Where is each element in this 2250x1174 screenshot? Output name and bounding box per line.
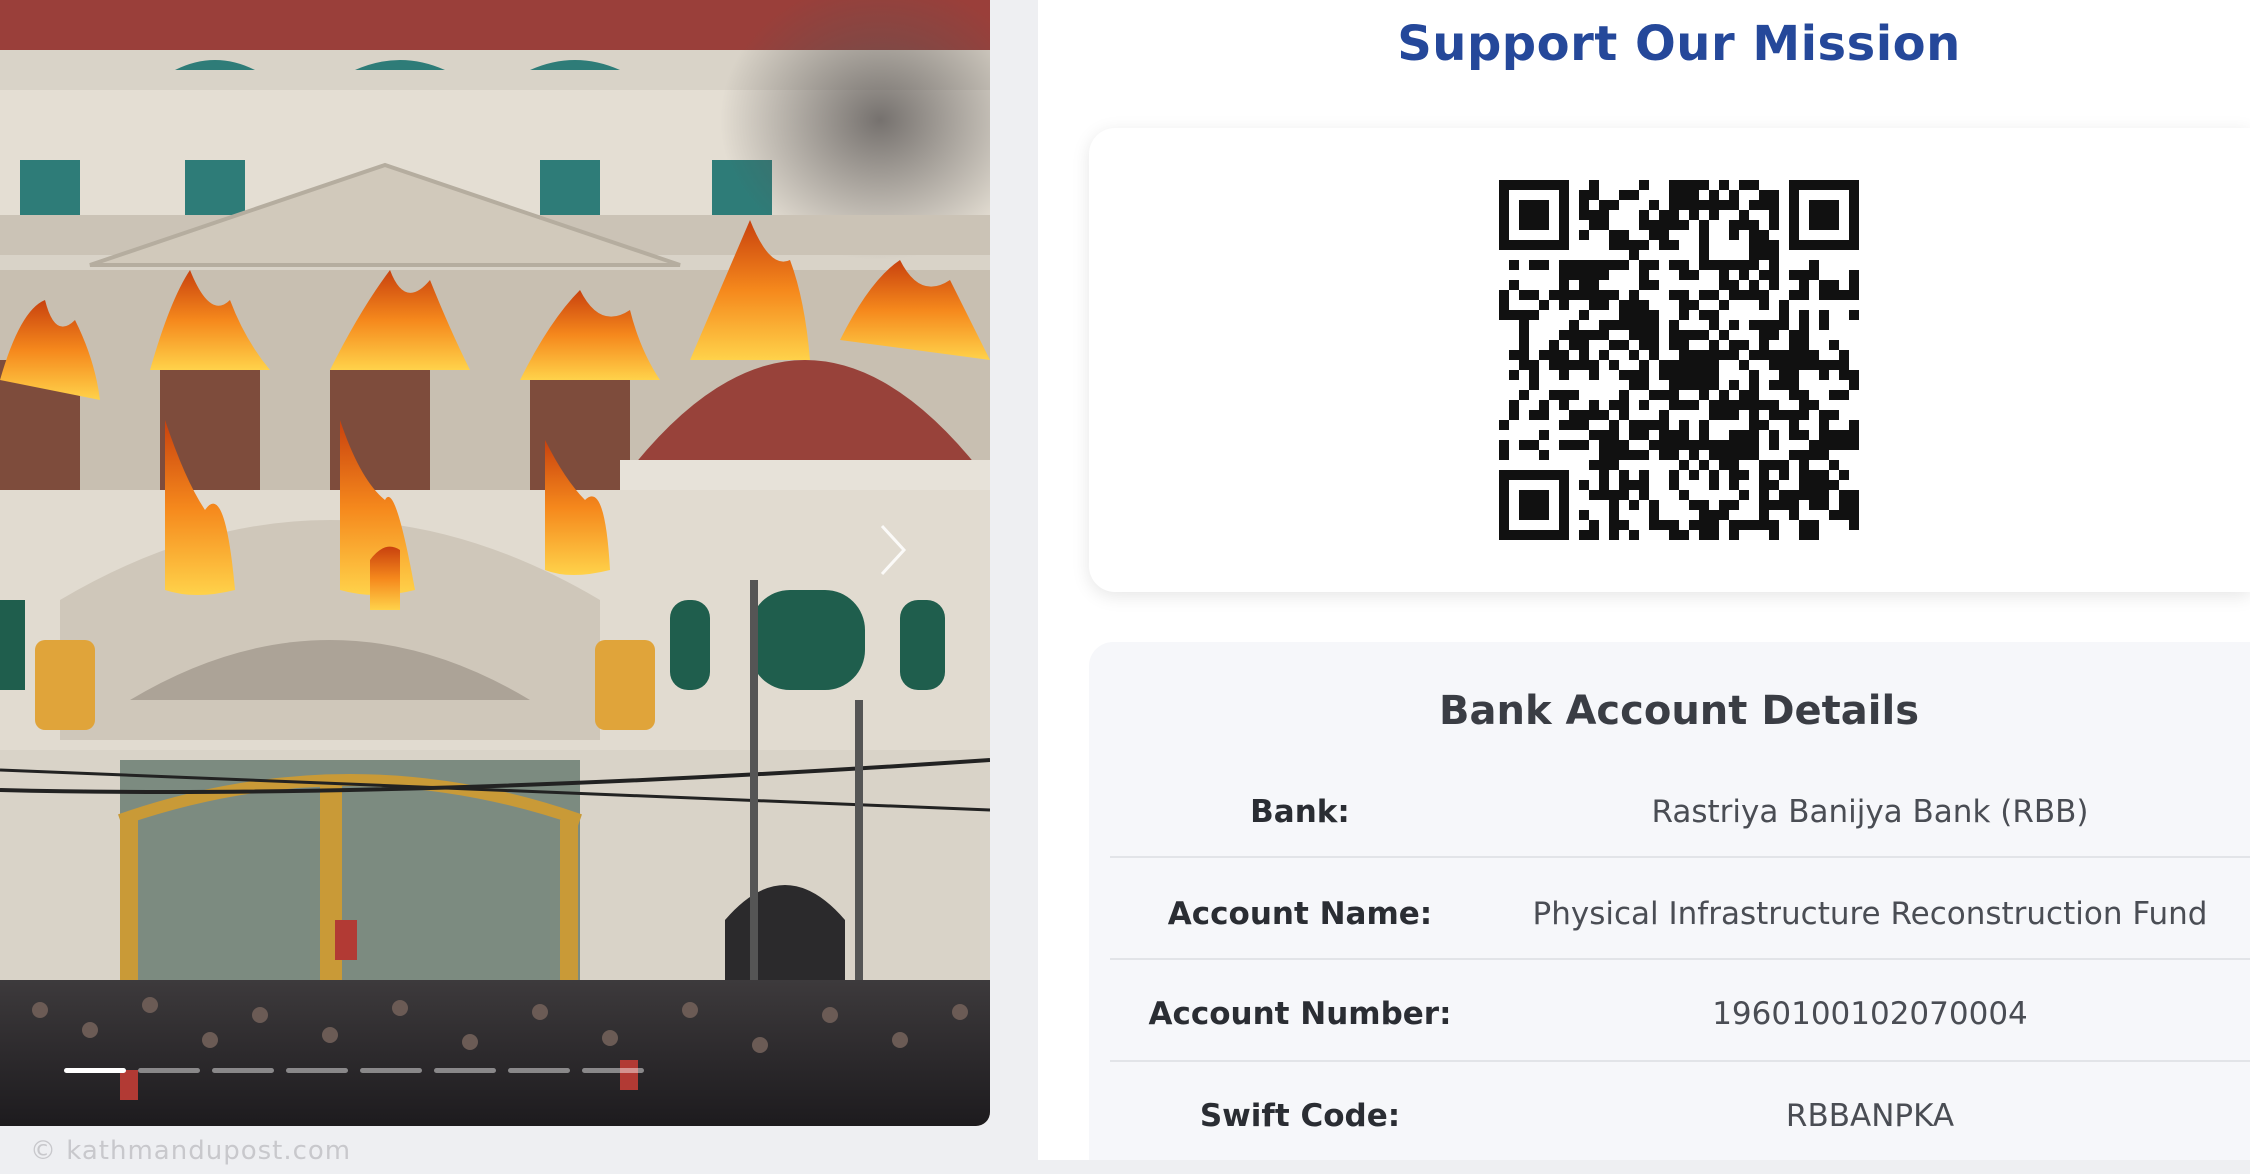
carousel-dot[interactable]	[508, 1068, 570, 1073]
bank-row-account-number: Account Number: 1960100102070004	[1110, 964, 2250, 1064]
carousel-next-button[interactable]	[868, 520, 918, 580]
chevron-right-icon	[880, 524, 907, 576]
carousel-dot[interactable]	[582, 1068, 644, 1073]
photo-carousel[interactable]	[0, 0, 990, 1126]
carousel-dot[interactable]	[286, 1068, 348, 1073]
photo-credit-caption: © kathmandupost.com	[30, 1136, 352, 1166]
row-divider	[1110, 958, 2250, 960]
row-label: Account Number:	[1148, 996, 1452, 1032]
row-value: Physical Infrastructure Reconstruction F…	[1532, 896, 2208, 932]
bank-row-account-name: Account Name: Physical Infrastructure Re…	[1110, 864, 2250, 964]
bank-row-swift-code: Swift Code: RBBANPKA	[1110, 1066, 2250, 1166]
page-bottom-strip	[1038, 1160, 2250, 1174]
row-label: Bank:	[1250, 794, 1350, 830]
qr-code-icon	[1499, 180, 1859, 540]
carousel-dot[interactable]	[212, 1068, 274, 1073]
carousel-dot[interactable]	[434, 1068, 496, 1073]
row-label: Account Name:	[1167, 896, 1433, 932]
carousel-dot[interactable]	[64, 1068, 126, 1073]
bank-row-bank: Bank: Rastriya Banijya Bank (RBB)	[1110, 762, 2250, 862]
row-value: Rastriya Banijya Bank (RBB)	[1651, 794, 2089, 830]
row-label: Swift Code:	[1199, 1098, 1401, 1134]
bank-details-title: Bank Account Details	[1438, 688, 1920, 734]
carousel-dot[interactable]	[360, 1068, 422, 1073]
section-title: Support Our Mission	[1397, 16, 1961, 72]
burning-building-photo	[0, 0, 990, 1126]
row-divider	[1110, 1060, 2250, 1062]
row-value: 1960100102070004	[1712, 996, 2028, 1032]
row-divider	[1110, 856, 2250, 858]
carousel-indicators	[64, 1068, 644, 1073]
carousel-dot[interactable]	[138, 1068, 200, 1073]
row-value: RBBANPKA	[1785, 1098, 1955, 1134]
